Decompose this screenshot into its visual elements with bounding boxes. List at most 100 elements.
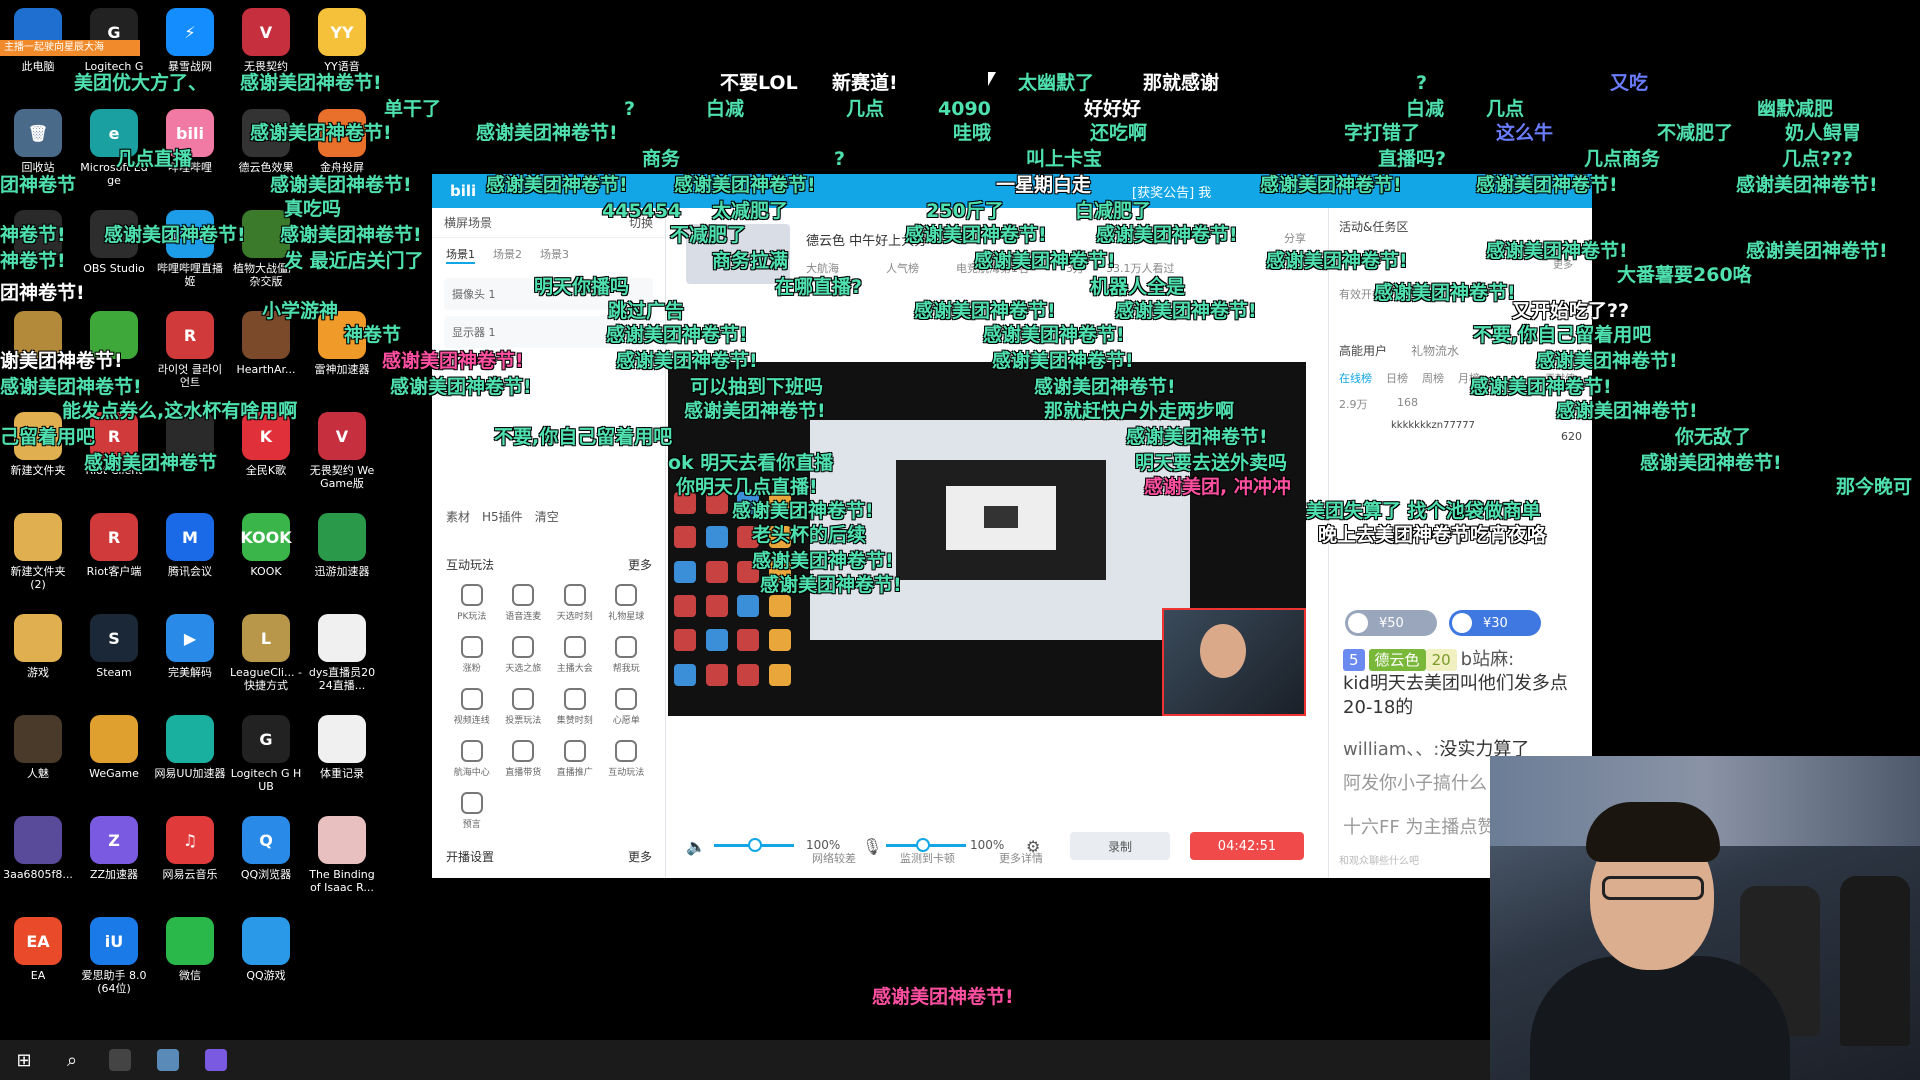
gift-badge-50[interactable]: ¥50: [1345, 610, 1437, 636]
desktop-icon[interactable]: e Microsoft Edge: [78, 105, 150, 201]
activity-more-link[interactable]: 更多: [1553, 256, 1573, 271]
desktop-icon[interactable]: 德云色效果: [230, 105, 302, 201]
more-details-link[interactable]: 更多详情: [999, 850, 1043, 866]
interactive-feature-item[interactable]: 航海中心: [446, 740, 498, 778]
desktop-icon[interactable]: [78, 307, 150, 403]
desktop-icon[interactable]: iU 爱思助手 8.0(64位): [78, 913, 150, 1009]
tab-scene-1[interactable]: 场景1: [446, 246, 475, 264]
announcement-text[interactable]: [获奖公告] 我: [1132, 182, 1211, 201]
desktop-icon[interactable]: ● OBS Studio: [78, 206, 150, 302]
desktop-icon[interactable]: bili 哔哩哔哩: [154, 105, 226, 201]
desktop-icon[interactable]: EA EA: [2, 913, 74, 1009]
interactive-feature-item[interactable]: 语音连麦: [498, 584, 550, 622]
desktop-icon[interactable]: G Logitech G HUB: [230, 711, 302, 807]
interactive-feature-item[interactable]: 直播推广: [549, 740, 601, 778]
desktop-icon[interactable]: R 라이엇 클라이언트: [154, 307, 226, 403]
interactive-feature-item[interactable]: 心愿单: [601, 688, 653, 726]
desktop-icon[interactable]: YY YY语音: [306, 4, 378, 100]
desktop-icon[interactable]: WeGame: [78, 711, 150, 807]
share-button[interactable]: 分享: [1284, 230, 1306, 246]
desktop-icon[interactable]: [2, 307, 74, 403]
desktop-icon[interactable]: 新建文件夹: [2, 408, 74, 504]
interactive-feature-item[interactable]: PK玩法: [446, 584, 498, 622]
desktop-icon[interactable]: dys直播员2024直播...: [306, 610, 378, 706]
interactive-feature-item[interactable]: 涨粉: [446, 636, 498, 674]
taskbar-app-zz[interactable]: [192, 1040, 240, 1080]
desktop-icon[interactable]: 新建文件夹 (2): [2, 509, 74, 605]
tab-scene-3[interactable]: 场景3: [540, 246, 569, 264]
lag-status[interactable]: 监测到卡顿: [900, 850, 955, 866]
desktop-icon[interactable]: V 无畏契约: [230, 4, 302, 100]
desktop-icon[interactable]: [154, 408, 226, 504]
desktop-icon[interactable]: QQ游戏: [230, 913, 302, 1009]
desktop-icon[interactable]: 雷神加速器: [306, 307, 378, 403]
room-cover-thumbnail[interactable]: [686, 224, 790, 284]
desktop-icon[interactable]: ♫ 网易云音乐: [154, 812, 226, 908]
desktop-icon[interactable]: The Binding of Isaac R...: [306, 812, 378, 908]
desktop-icon[interactable]: ⚡ 暴雪战网: [154, 4, 226, 100]
interactive-feature-item[interactable]: 视频连线: [446, 688, 498, 726]
clear-button[interactable]: 清空: [535, 508, 559, 525]
source-display[interactable]: 显示器 1: [444, 316, 653, 348]
desktop-icon[interactable]: M 腾讯会议: [154, 509, 226, 605]
speaker-volume-knob[interactable]: [748, 838, 762, 852]
desktop-icon[interactable]: 体重记录: [306, 711, 378, 807]
interactive-more-link[interactable]: 更多: [628, 556, 652, 573]
chat-username[interactable]: b站麻:: [1461, 649, 1515, 670]
chat-username[interactable]: william、、:: [1343, 739, 1439, 760]
top-user-name[interactable]: kkkkkkkzn77777: [1391, 420, 1475, 431]
desktop-icon[interactable]: KOOK KOOK: [230, 509, 302, 605]
desktop-icon[interactable]: Z ZZ加速器: [78, 812, 150, 908]
desktop-icon[interactable]: 3aa6805f8...: [2, 812, 74, 908]
interactive-feature-item[interactable]: 天选时刻: [549, 584, 601, 622]
gift-badge-30[interactable]: ¥30: [1449, 610, 1541, 636]
speaker-icon[interactable]: 🔈: [686, 837, 706, 856]
interactive-feature-item[interactable]: 天选之旅: [498, 636, 550, 674]
search-icon[interactable]: ⌕: [48, 1040, 96, 1080]
network-status[interactable]: 网络较差: [812, 850, 856, 866]
interactive-feature-item[interactable]: 主播大会: [549, 636, 601, 674]
tab-weekly-rank[interactable]: 周榜: [1422, 370, 1444, 386]
h5-plugin-button[interactable]: H5插件: [482, 508, 523, 525]
taskbar-app-explorer[interactable]: [144, 1040, 192, 1080]
interactive-feature-item[interactable]: 互动玩法: [601, 740, 653, 778]
desktop-icon[interactable]: K 全民K歌: [230, 408, 302, 504]
desktop-icon[interactable]: 人魅: [2, 711, 74, 807]
desktop-icon[interactable]: S Steam: [78, 610, 150, 706]
interactive-feature-item[interactable]: 礼物星球: [601, 584, 653, 622]
desktop-icon[interactable]: HearthAr...: [230, 307, 302, 403]
broadcast-settings-more[interactable]: 更多: [628, 848, 652, 865]
tab-online-rank[interactable]: 在线榜: [1339, 370, 1372, 386]
materials-button[interactable]: 素材: [446, 508, 470, 525]
desktop-icon[interactable]: 金舟投屏: [306, 105, 378, 201]
desktop-icon[interactable]: V 无畏契约 WeGame版: [306, 408, 378, 504]
desktop-icon[interactable]: ▶ 完美解码: [154, 610, 226, 706]
desktop-icon[interactable]: 网易UU加速器: [154, 711, 226, 807]
interactive-feature-item[interactable]: 投票玩法: [498, 688, 550, 726]
taskbar-app-obs[interactable]: [96, 1040, 144, 1080]
tab-daily-rank[interactable]: 日榜: [1386, 370, 1408, 386]
desktop-icon[interactable]: [2, 206, 74, 302]
chat-input[interactable]: 和观众聊些什么吧: [1339, 852, 1419, 867]
switch-scene-button[interactable]: 切换: [629, 214, 653, 231]
tab-scene-2[interactable]: 场景2: [493, 246, 522, 264]
start-icon[interactable]: ⊞: [0, 1040, 48, 1080]
interactive-feature-item[interactable]: 直播带货: [498, 740, 550, 778]
desktop-icon[interactable]: 游戏: [2, 610, 74, 706]
desktop-icon[interactable]: 植物大战僵尸杂交版: [230, 206, 302, 302]
desktop-icon[interactable]: R Riot客户端: [78, 509, 150, 605]
desktop-icon[interactable]: LIVE 哔哩哔哩直播姬: [154, 206, 226, 302]
interactive-feature-item[interactable]: 帮我玩: [601, 636, 653, 674]
desktop-icon[interactable]: Q QQ浏览器: [230, 812, 302, 908]
desktop-icon[interactable]: R Riot Client: [78, 408, 150, 504]
interactive-feature-item[interactable]: 集赞时刻: [549, 688, 601, 726]
source-camera[interactable]: 摄像头 1: [444, 278, 653, 310]
tab-high-energy-users[interactable]: 高能用户: [1339, 342, 1387, 359]
desktop-icon[interactable]: 迅游加速器: [306, 509, 378, 605]
desktop-icon[interactable]: 微信: [154, 913, 226, 1009]
desktop-icon[interactable]: 🗑 回收站: [2, 105, 74, 201]
interactive-feature-item[interactable]: 预言: [446, 792, 498, 830]
tab-gift-flow[interactable]: 礼物流水: [1411, 342, 1459, 359]
desktop-icon[interactable]: L LeagueCli... - 快捷方式: [230, 610, 302, 706]
tab-monthly-rank[interactable]: 月榜: [1458, 370, 1480, 386]
